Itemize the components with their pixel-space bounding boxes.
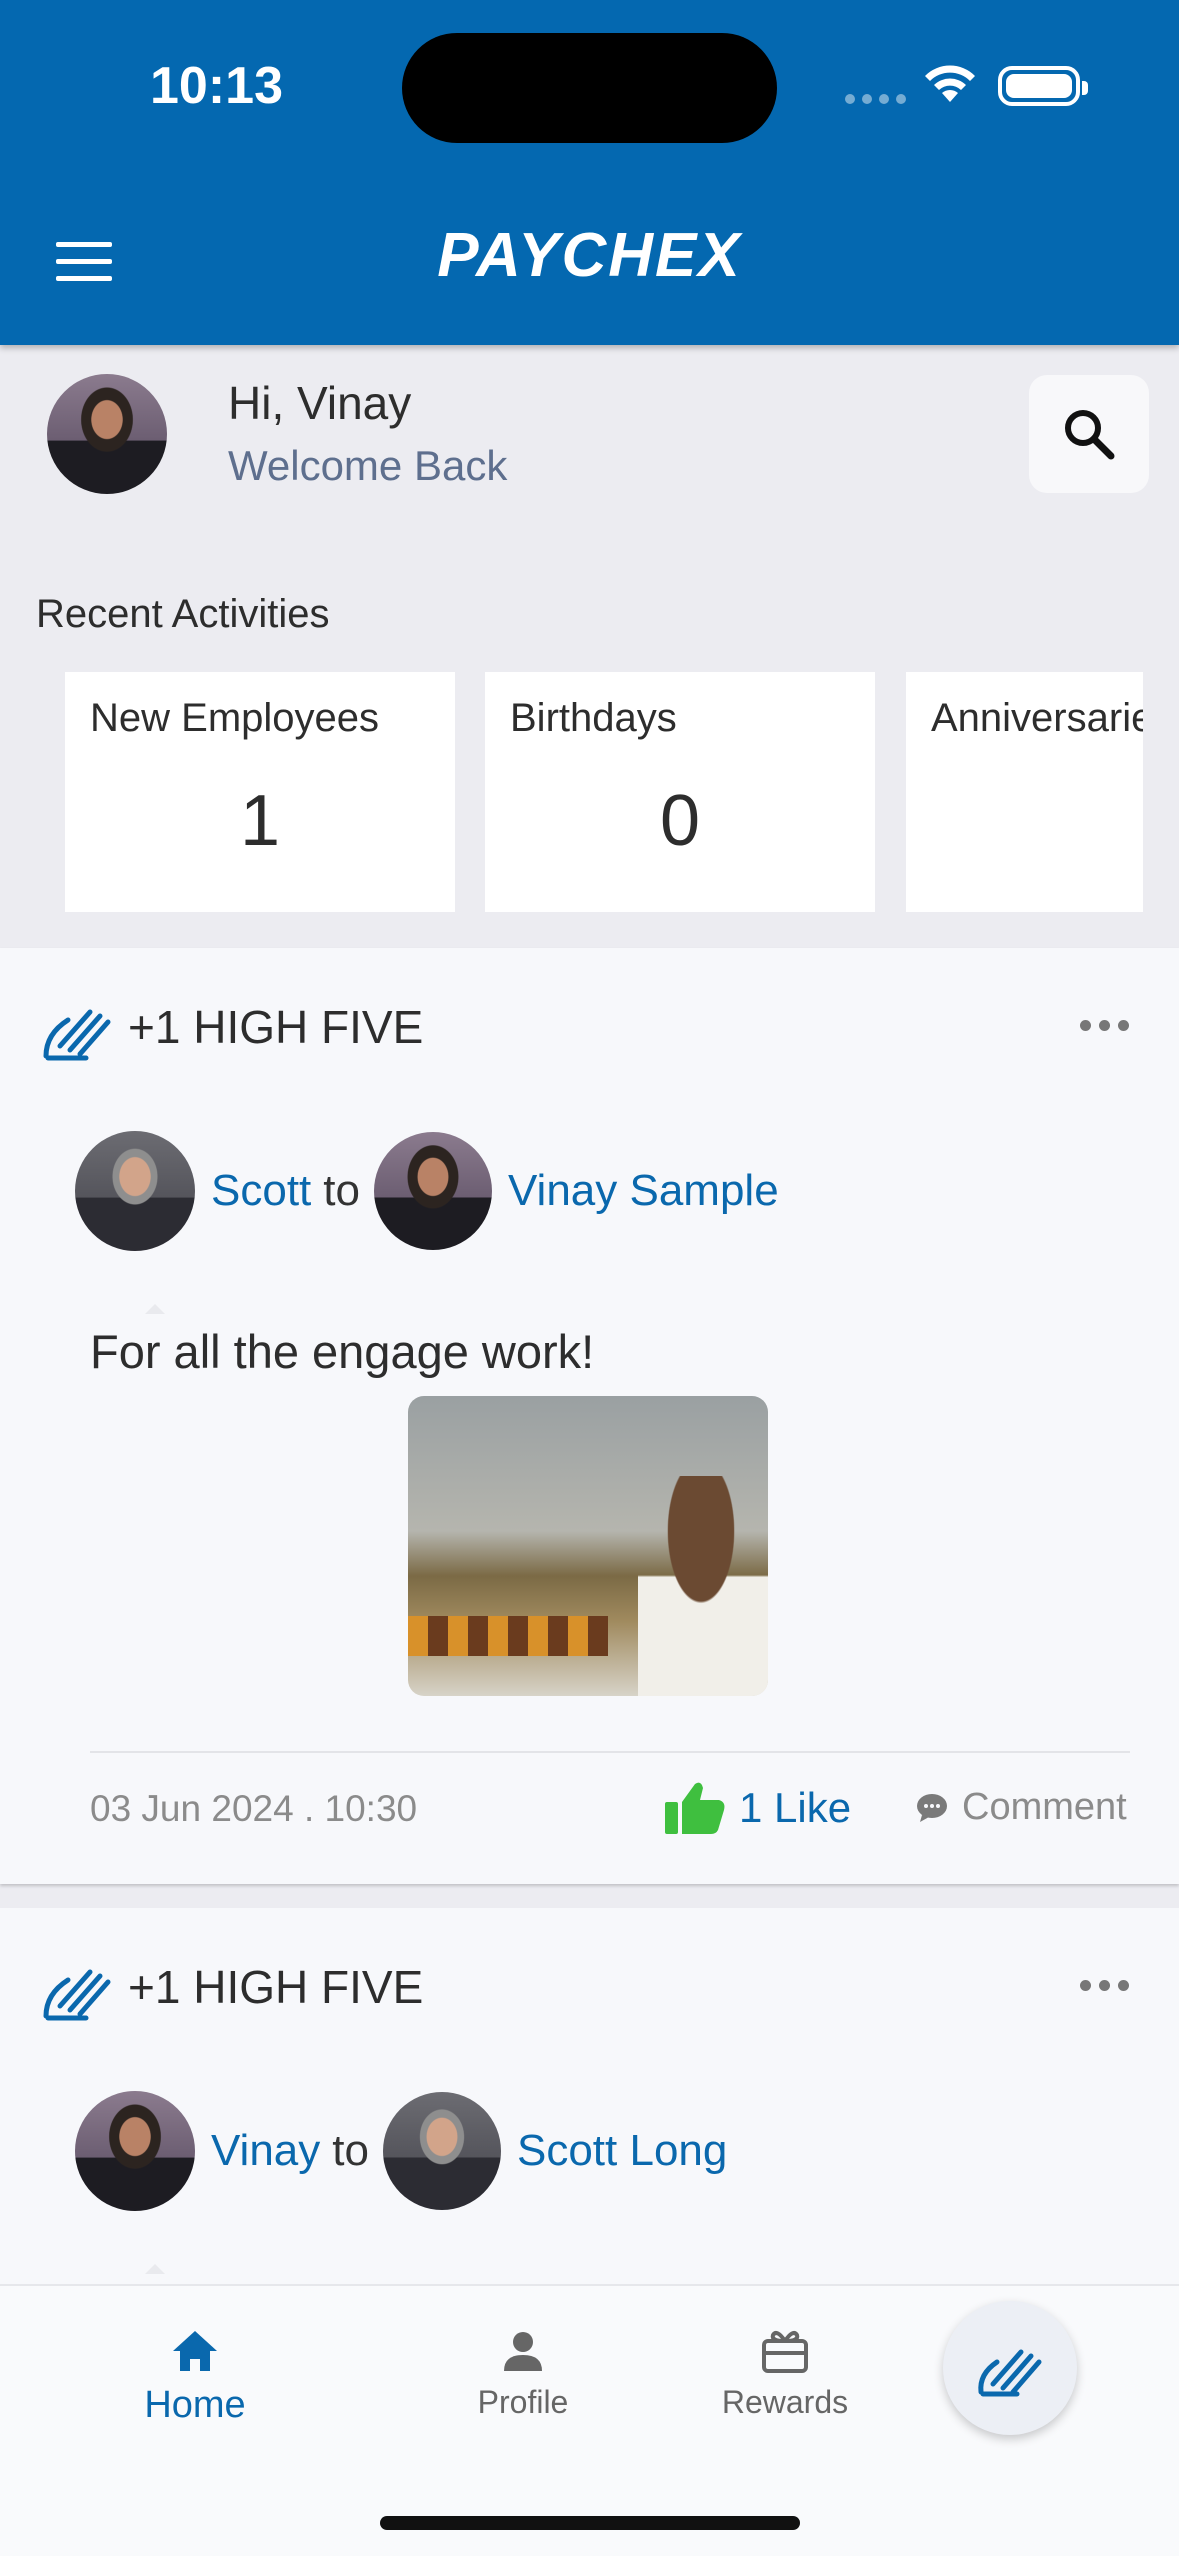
nav-home-label: Home: [144, 2384, 246, 2426]
post-date: 03 Jun 2024 . 10:30: [90, 1788, 418, 1829]
recipient-avatar[interactable]: [373, 1132, 492, 1250]
anniversaries-card[interactable]: Anniversaries 0: [906, 672, 1143, 912]
recipient-name[interactable]: Scott Long: [517, 2126, 727, 2176]
birthdays-card[interactable]: Birthdays 0: [485, 672, 875, 912]
home-icon: [173, 2331, 217, 2371]
thumbs-up-icon: [665, 1782, 725, 1834]
nav-profile[interactable]: Profile: [423, 2324, 623, 2421]
card-count: 0: [1058, 780, 1143, 862]
sender-name[interactable]: Vinay: [211, 2126, 320, 2176]
search-button[interactable]: [1029, 375, 1149, 493]
app-header: 10:13 PAYCHEX: [0, 0, 1179, 345]
recipient-name[interactable]: Vinay Sample: [508, 1166, 779, 1216]
comment-label: Comment: [962, 1786, 1127, 1828]
high-five-icon: [978, 2349, 1042, 2397]
post-type: +1 HIGH FIVE: [128, 1001, 424, 1053]
new-employees-card[interactable]: New Employees 1: [65, 672, 455, 912]
sender-avatar[interactable]: [75, 2091, 195, 2211]
post-participants: Vinay to Scott Long: [75, 2091, 727, 2211]
card-label: New Employees: [90, 696, 380, 740]
recent-activities-title: Recent Activities: [36, 592, 330, 636]
sender-name[interactable]: Scott: [211, 1166, 311, 1216]
user-avatar[interactable]: [47, 374, 167, 494]
nav-rewards[interactable]: Rewards: [685, 2324, 885, 2421]
wifi-icon: [925, 65, 975, 102]
comment-icon: [917, 1793, 947, 1822]
message-caret: [145, 1304, 165, 1314]
give-high-five-button[interactable]: [943, 2301, 1077, 2435]
high-five-icon: [43, 1969, 111, 2021]
greeting-subtitle: Welcome Back: [228, 442, 508, 489]
comment-button[interactable]: Comment: [916, 1786, 1127, 1829]
nav-profile-label: Profile: [477, 2384, 569, 2420]
recipient-avatar[interactable]: [382, 2092, 501, 2210]
post-type: +1 HIGH FIVE: [128, 1961, 424, 2013]
status-time: 10:13: [150, 57, 283, 115]
card-label: Birthdays: [510, 696, 677, 740]
high-five-icon: [43, 1009, 111, 1061]
connector-text: to: [323, 1166, 360, 1215]
search-icon: [1065, 410, 1115, 460]
post-participants: Scott to Vinay Sample: [75, 1131, 779, 1251]
like-button[interactable]: 1 Like: [663, 1780, 851, 1836]
post-message: For all the engage work!: [90, 1325, 595, 1378]
nav-home[interactable]: Home: [95, 2324, 295, 2427]
like-count: 1 Like: [739, 1784, 852, 1831]
sender-avatar[interactable]: [75, 1131, 195, 1251]
nav-rewards-label: Rewards: [721, 2384, 849, 2420]
card-label: Anniversaries: [931, 696, 1143, 740]
card-count: 1: [239, 781, 281, 861]
card-count: 0: [659, 781, 701, 861]
feed-post: +1 HIGH FIVE Scott to Vinay Sample For a…: [0, 948, 1179, 1884]
more-options-icon[interactable]: [1080, 1980, 1129, 1991]
gift-card-icon: [762, 2331, 808, 2373]
battery-icon: [998, 66, 1088, 106]
feed-post: +1 HIGH FIVE Vinay to Scott Long: [0, 1908, 1179, 2288]
connector-text: to: [332, 2126, 369, 2175]
cellular-signal-icon: [845, 94, 906, 104]
profile-icon: [504, 2332, 542, 2371]
paychex-logo: PAYCHEX: [437, 221, 742, 290]
dynamic-island: [402, 33, 777, 143]
more-options-icon[interactable]: [1080, 1020, 1129, 1031]
recent-activities-carousel[interactable]: New Employees 1 Birthdays 0 Anniversarie…: [65, 672, 1143, 912]
message-caret: [145, 2264, 165, 2274]
home-indicator: [380, 2516, 800, 2530]
greeting-title: Hi, Vinay: [228, 377, 412, 429]
post-divider: [90, 1751, 1130, 1753]
post-gif-image[interactable]: [408, 1396, 768, 1696]
